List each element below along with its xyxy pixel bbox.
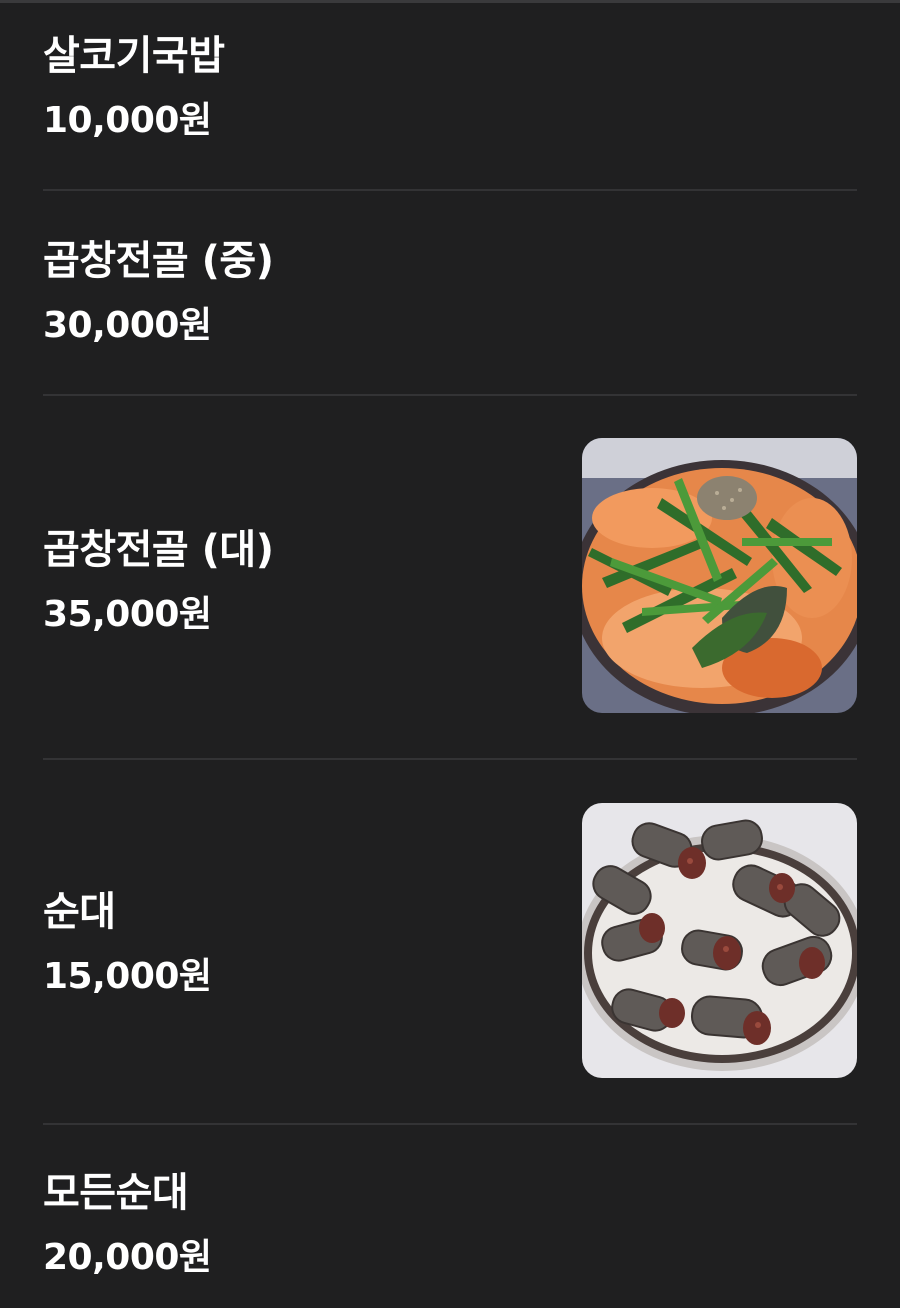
menu-item-name: 모든순대: [43, 1170, 189, 1216]
menu-item-name: 살코기국밥: [43, 33, 225, 79]
menu-item[interactable]: 순대 15,000원: [43, 803, 857, 1080]
menu-item-text: 모든순대 20,000원: [43, 1167, 212, 1281]
tripe-hotpot-photo[interactable]: [582, 438, 857, 713]
menu-item-text: 살코기국밥 10,000원: [43, 30, 225, 144]
menu-divider: [43, 394, 857, 396]
menu-item-text: 곱창전골 (대) 35,000원: [43, 524, 274, 638]
menu-item-price: 15,000원: [43, 956, 212, 997]
menu-item-text: 곱창전골 (중) 30,000원: [43, 235, 274, 349]
menu-item[interactable]: 곱창전골 (중) 30,000원: [43, 235, 857, 365]
menu-divider: [43, 1123, 857, 1125]
top-edge: [0, 0, 900, 3]
menu-item-name: 곱창전골 (대): [43, 527, 274, 573]
menu-item-price: 35,000원: [43, 594, 212, 635]
menu-item[interactable]: 곱창전골 (대) 35,000원: [43, 438, 857, 715]
menu-item-name: 곱창전골 (중): [43, 238, 274, 284]
menu-item-name: 순대: [43, 889, 116, 935]
menu-item-price: 20,000원: [43, 1237, 212, 1278]
menu-item[interactable]: 모든순대 20,000원: [43, 1167, 857, 1297]
menu-divider: [43, 189, 857, 191]
sundae-photo[interactable]: [582, 803, 857, 1078]
menu-divider: [43, 758, 857, 760]
menu-item-price: 30,000원: [43, 305, 212, 346]
menu-item-price: 10,000원: [43, 100, 212, 141]
menu-item-text: 순대 15,000원: [43, 886, 212, 1000]
menu-item[interactable]: 살코기국밥 10,000원: [43, 30, 857, 160]
